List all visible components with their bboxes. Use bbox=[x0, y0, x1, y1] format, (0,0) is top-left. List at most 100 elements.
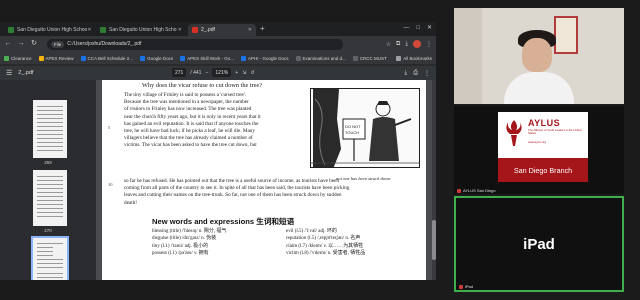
folder-icon bbox=[396, 55, 402, 61]
thumbnail-page-270[interactable] bbox=[33, 170, 67, 226]
address-url: C:/Users/joshu/Downloads/2_.pdf bbox=[67, 41, 142, 47]
passage-continuation: so far he has refused. He has pointed ou… bbox=[124, 178, 424, 207]
bookmark-apex-review[interactable]: APEX Review bbox=[38, 55, 74, 61]
pdf-favicon-icon bbox=[192, 27, 198, 33]
aylus-url: www.aylus.org bbox=[528, 140, 547, 144]
toolbar-actions: ☆ ⧉ ⤓ ⋮ bbox=[386, 40, 432, 48]
pdf-page-view[interactable]: Why does the vicar refuse to cut down th… bbox=[96, 80, 436, 280]
thumbnail-page-269[interactable] bbox=[33, 100, 67, 158]
vocab-entry: tiny (l.1) /'taɪni/ adj. 极小的 bbox=[152, 243, 209, 249]
bookmark-aphi[interactable]: APHI - Google Docs bbox=[241, 55, 289, 61]
window-controls: — □ ✕ bbox=[403, 24, 432, 33]
thumbnail-label: 270 bbox=[44, 228, 52, 233]
print-icon[interactable]: ⎙ bbox=[413, 70, 418, 77]
bookmark-label: APES Skill Work - Go... bbox=[187, 55, 235, 61]
wall-poster bbox=[554, 16, 578, 54]
close-icon[interactable]: ✕ bbox=[87, 27, 91, 33]
thumbnail-sidebar: 269 270 271 bbox=[0, 80, 96, 280]
participant-name-tag: iPad bbox=[459, 284, 473, 289]
participant-tile-camera[interactable] bbox=[454, 8, 624, 104]
download-icon[interactable]: ⤓ bbox=[405, 70, 408, 77]
participant-face bbox=[522, 38, 552, 72]
vocab-list-left: blessing (title) /'blesɪŋ/ n. 赐分, 福气 dis… bbox=[152, 228, 226, 258]
participant-name: AYLUS San Diego bbox=[463, 188, 496, 193]
vocab-entry: possess (l.1) /pə'zes/ v. 拥有 bbox=[152, 251, 209, 257]
thumbnail-page-271[interactable] bbox=[31, 236, 69, 280]
reload-icon[interactable]: ↻ bbox=[30, 39, 38, 49]
svg-text:DO NOT: DO NOT bbox=[345, 124, 361, 129]
bookmark-google-docs[interactable]: Google Docs bbox=[140, 55, 173, 61]
vocab-entry: blessing (title) /'blesɪŋ/ n. 赐分, 福气 bbox=[152, 229, 227, 234]
passage-line: has gained an evil reputation. It is sai… bbox=[124, 120, 259, 127]
vocab-list-right: evil (l.5) /'iːvəl/ adj. 坏的 reputation (… bbox=[286, 228, 365, 258]
tab-0[interactable]: San Dieguito Union High Schoo ✕ bbox=[4, 24, 94, 36]
pdf-file-name: 2_.pdf bbox=[18, 70, 34, 76]
question-heading: Why does the vicar refuse to cut down th… bbox=[142, 82, 263, 89]
bookmark-clearance[interactable]: Clearance bbox=[4, 55, 32, 61]
back-arrow-icon[interactable]: ← bbox=[4, 39, 12, 49]
participant-display-name: iPad bbox=[523, 235, 555, 253]
browser-window: San Dieguito Union High Schoo ✕ San Dieg… bbox=[0, 22, 436, 280]
torch-logo-icon bbox=[506, 120, 522, 146]
vocab-entry: disguise (title) /dɪs'gaɪz/ n. 伪装 bbox=[152, 236, 217, 242]
bookmark-label: APEX Review bbox=[45, 55, 74, 61]
minimize-button[interactable]: — bbox=[403, 24, 409, 33]
passage-line: leaves and cutting their names on the tr… bbox=[124, 192, 342, 199]
aylus-logo-card: AYLUS The Alliance of Youth Leaders in t… bbox=[498, 112, 588, 182]
star-icon[interactable]: ☆ bbox=[386, 41, 391, 48]
pdf-scrollbar[interactable] bbox=[432, 80, 436, 280]
close-icon[interactable]: ✕ bbox=[248, 27, 252, 33]
zoom-input[interactable]: 121% bbox=[212, 68, 232, 77]
more-options-icon[interactable]: ⋮ bbox=[424, 70, 430, 77]
scrollbar-thumb[interactable] bbox=[432, 220, 436, 260]
rotate-icon[interactable]: ↺ bbox=[250, 70, 254, 76]
page-number-input[interactable]: 271 bbox=[172, 68, 187, 77]
aylus-subtitle: The Alliance of Youth Leaders in the Uni… bbox=[528, 128, 582, 136]
participant-name: iPad bbox=[465, 284, 474, 289]
participant-tile-aylus[interactable]: AYLUS The Alliance of Youth Leaders in t… bbox=[454, 106, 624, 194]
passage-line: victims. The vicar has been asked to hav… bbox=[124, 142, 257, 149]
passage-line: of visitors to Frinley has now increased… bbox=[124, 106, 252, 113]
bookmark-favicon-icon bbox=[180, 55, 186, 61]
bookmark-label: CRCC MUST bbox=[359, 55, 387, 61]
tab-label: San Dieguito Union High Scho bbox=[109, 27, 177, 33]
maximize-button[interactable]: □ bbox=[416, 24, 420, 33]
bookmarks-bar: Clearance APEX Review CCA Bell Schedule … bbox=[0, 52, 436, 65]
menu-kebab-icon[interactable]: ⋮ bbox=[426, 41, 432, 48]
hamburger-menu-icon[interactable]: ☰ bbox=[6, 69, 12, 77]
all-bookmarks-button[interactable]: All Bookmarks bbox=[396, 55, 432, 61]
participant-name-tag: AYLUS San Diego bbox=[457, 188, 496, 193]
thumbnail-label: 269 bbox=[44, 160, 52, 165]
zoom-in-button[interactable]: + bbox=[235, 70, 238, 76]
school-favicon-icon bbox=[8, 27, 14, 33]
zoom-out-button[interactable]: − bbox=[205, 70, 208, 76]
vocab-entry: claim (l.7) /kleɪm/ v. 以……为其牺牲 bbox=[286, 243, 364, 249]
participant-tile-ipad[interactable]: iPad iPad bbox=[454, 196, 624, 292]
camera-background-door bbox=[454, 8, 482, 104]
vocab-entry: evil (l.5) /'iːvəl/ adj. 坏的 bbox=[286, 229, 337, 234]
bookmark-cca-bell[interactable]: CCA Bell Schedule 2... bbox=[80, 55, 133, 61]
fit-page-icon[interactable]: ⇲ bbox=[242, 70, 246, 76]
forward-arrow-icon[interactable]: → bbox=[17, 39, 25, 49]
bookmark-label: Clearance bbox=[11, 55, 32, 61]
bookmark-examinations[interactable]: Examinations and d... bbox=[295, 55, 346, 61]
page-total: / 441 bbox=[190, 69, 202, 76]
download-icon[interactable]: ⤓ bbox=[405, 41, 408, 48]
bookmark-apes-skill[interactable]: APES Skill Work - Go... bbox=[180, 55, 235, 61]
close-window-button[interactable]: ✕ bbox=[427, 24, 432, 33]
new-tab-button[interactable]: + bbox=[260, 24, 265, 34]
passage-line: near the church fifty years ago, but it … bbox=[124, 113, 261, 120]
extensions-icon[interactable]: ⧉ bbox=[396, 41, 400, 48]
address-bar[interactable]: File C:/Users/joshu/Downloads/2_.pdf bbox=[47, 38, 343, 50]
tab-2-active[interactable]: 2_.pdf ✕ bbox=[188, 24, 256, 36]
profile-avatar[interactable] bbox=[413, 40, 421, 48]
browser-toolbar: ← → ↻ File C:/Users/joshu/Downloads/2_.p… bbox=[0, 36, 436, 52]
svg-text:TOUCH: TOUCH bbox=[345, 130, 359, 135]
bookmark-favicon-icon bbox=[4, 55, 9, 61]
tab-1[interactable]: San Dieguito Union High Scho ✕ bbox=[96, 24, 186, 36]
vocab-entry: reputation (l.5) /,repjʊ'teɪʃən/ n. 名声 bbox=[286, 236, 361, 242]
passage-line: death! bbox=[124, 199, 137, 206]
close-icon[interactable]: ✕ bbox=[178, 27, 182, 33]
bookmark-crcc-must[interactable]: CRCC MUST bbox=[352, 55, 387, 61]
line-number: 5 bbox=[108, 125, 111, 130]
